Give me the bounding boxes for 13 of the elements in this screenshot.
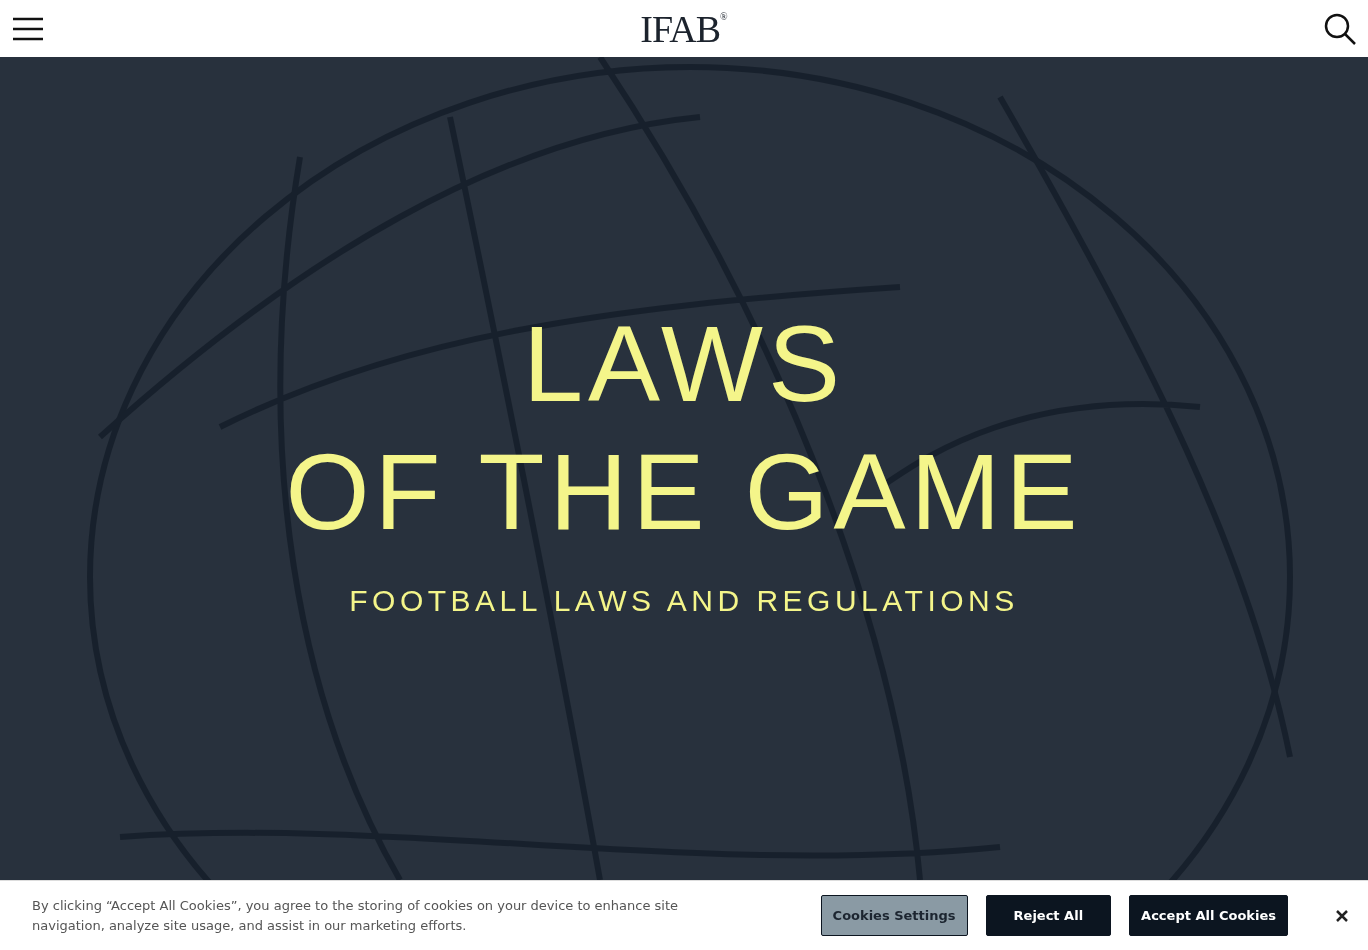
hero-title: LAWS OF THE GAME [285, 301, 1083, 554]
cookie-notice-text: By clicking “Accept All Cookies”, you agree to the storing of cookies on your device to enhance site navigation, analyze site usage, and assist in our marketing efforts. [32, 896, 680, 935]
close-icon [1336, 909, 1348, 922]
search-icon [1324, 12, 1356, 45]
close-button[interactable] [1336, 909, 1348, 922]
cookie-button[interactable]: Cookies Settings [820, 895, 968, 936]
menu-button[interactable] [13, 16, 43, 41]
logo-link[interactable]: IFAB$^{®}$ [640, 9, 727, 48]
cookie-button[interactable]: Accept All Cookies [1129, 895, 1288, 936]
cookie-button[interactable]: Reject All [985, 895, 1112, 936]
menu-icon [13, 16, 43, 41]
search-button[interactable] [1324, 12, 1356, 45]
hero-subtitle: FOOTBALL LAWS AND REGULATIONS [349, 583, 1019, 618]
